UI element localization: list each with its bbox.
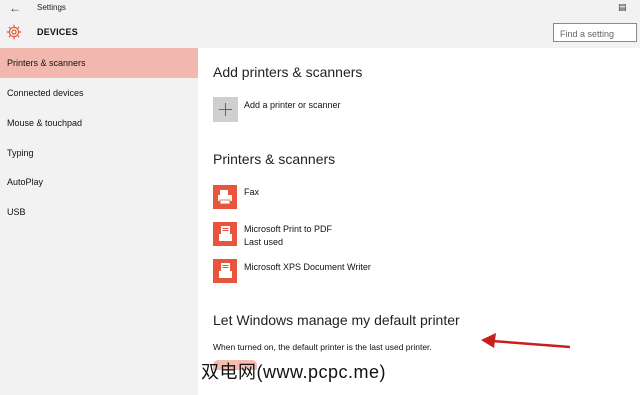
- sidebar-item-mouse-touchpad[interactable]: Mouse & touchpad: [0, 108, 198, 138]
- window-title: Settings: [37, 3, 66, 12]
- add-printer-button[interactable]: [213, 97, 238, 122]
- printer-name: Microsoft Print to PDF: [244, 224, 333, 234]
- add-printer-label[interactable]: Add a printer or scanner: [244, 99, 341, 111]
- printer-item-fax[interactable]: [213, 185, 237, 209]
- printer-status: Last used: [244, 237, 284, 247]
- printer-name: Fax: [244, 187, 260, 197]
- sidebar-item-connected-devices[interactable]: Connected devices: [0, 78, 198, 108]
- window-control-icon[interactable]: ▤: [618, 2, 628, 12]
- printer-item-print-to-pdf[interactable]: [213, 222, 237, 246]
- search-input[interactable]: [554, 25, 636, 43]
- watermark-text: 双电网(www.pcpc.me): [198, 358, 390, 384]
- printer-name: Microsoft XPS Document Writer: [244, 262, 371, 272]
- printers-heading: Printers & scanners: [213, 151, 336, 167]
- add-printers-heading: Add printers & scanners: [213, 64, 363, 80]
- fax-icon: [218, 190, 232, 205]
- sidebar-item-autoplay[interactable]: AutoPlay: [0, 167, 198, 197]
- main-panel: Add printers & scanners Add a printer or…: [198, 48, 640, 395]
- page-header: DEVICES: [0, 17, 640, 48]
- annotation-arrow-icon: [481, 333, 571, 349]
- document-printer-icon: [219, 263, 232, 278]
- printer-item-xps-writer[interactable]: [213, 259, 237, 283]
- default-printer-description: When turned on, the default printer is t…: [213, 342, 432, 352]
- document-printer-icon: [219, 226, 232, 241]
- sidebar-item-typing[interactable]: Typing: [0, 138, 198, 168]
- sidebar: Printers & scanners Connected devices Mo…: [0, 48, 198, 395]
- search-box[interactable]: [553, 23, 637, 43]
- gear-icon: [6, 24, 22, 40]
- title-bar: ← Settings ▤: [0, 0, 640, 17]
- default-printer-heading: Let Windows manage my default printer: [213, 312, 460, 328]
- section-title: DEVICES: [37, 27, 78, 37]
- sidebar-item-usb[interactable]: USB: [0, 197, 198, 227]
- sidebar-item-printers-scanners[interactable]: Printers & scanners: [0, 48, 198, 78]
- back-arrow-icon[interactable]: ←: [8, 1, 22, 15]
